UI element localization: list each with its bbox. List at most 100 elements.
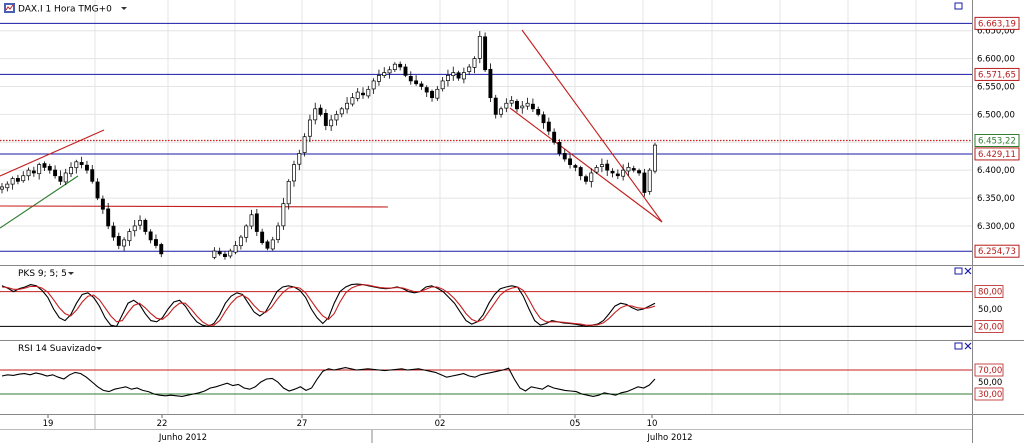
candle-body xyxy=(42,163,47,168)
candle-body xyxy=(212,250,217,258)
candle-body xyxy=(578,167,583,177)
candle-body xyxy=(541,114,546,124)
candle-body xyxy=(111,225,116,238)
candle-body xyxy=(84,164,89,171)
candle-body xyxy=(233,245,238,253)
price-tick-label: 6.350,00 xyxy=(977,194,1015,204)
candle-body xyxy=(610,170,615,174)
candle-body xyxy=(440,80,445,90)
candle-body xyxy=(0,186,4,190)
candle-body xyxy=(339,108,344,115)
candle-body xyxy=(557,141,562,154)
candle-body xyxy=(323,112,328,126)
candle-body xyxy=(350,97,355,105)
candle-body xyxy=(63,172,68,183)
main-title-group[interactable]: DAX.I 1 Hora TMG+0 xyxy=(4,3,127,15)
candle-body xyxy=(334,114,339,121)
candle-body xyxy=(504,102,509,109)
candle-body xyxy=(456,72,461,79)
candle-body xyxy=(74,161,79,169)
candle-body xyxy=(530,103,535,110)
candle-body xyxy=(244,225,249,238)
candle-body xyxy=(483,36,488,71)
candle-body xyxy=(154,239,158,246)
candle-body xyxy=(584,176,588,182)
candle-body xyxy=(37,164,42,175)
candle-body xyxy=(286,180,291,205)
candle-body xyxy=(626,167,631,172)
candle-body xyxy=(366,88,371,97)
candle-body xyxy=(467,66,472,72)
candle-body xyxy=(398,63,403,68)
candle-body xyxy=(376,75,381,82)
candle-body xyxy=(100,198,105,210)
candle-body xyxy=(15,177,20,182)
candle-body xyxy=(79,162,84,165)
price-tick-label: 6.600,00 xyxy=(977,55,1015,65)
candle-body xyxy=(642,172,647,193)
candle-body xyxy=(292,164,296,182)
candle-body xyxy=(573,165,578,168)
candle-body xyxy=(329,119,334,127)
candle-body xyxy=(159,244,164,255)
price-level-label: 6.571,65 xyxy=(978,70,1016,80)
candle-body xyxy=(552,131,557,143)
oscillator-level-label: 20,00 xyxy=(978,322,1002,332)
candle-body xyxy=(509,100,514,104)
candle-body xyxy=(568,158,573,165)
rsi-title-group[interactable]: RSI 14 Suavizado xyxy=(18,344,102,354)
candle-body xyxy=(270,239,275,250)
candle-body xyxy=(599,164,604,167)
candle-body xyxy=(477,35,482,59)
stoch-title-group[interactable]: PKS 9; 5; 5 xyxy=(18,269,74,279)
candle-body xyxy=(254,213,259,232)
candle-body xyxy=(355,91,360,99)
x-month-label: Junho 2012 xyxy=(158,433,207,443)
candle-body xyxy=(562,153,567,160)
candle-body xyxy=(21,175,26,182)
x-tick-label: 05 xyxy=(570,419,581,429)
rsi-title: RSI 14 Suavizado xyxy=(18,344,97,354)
candle-body xyxy=(265,241,270,249)
candle-body xyxy=(143,219,148,232)
candle-body xyxy=(589,172,594,182)
candle-body xyxy=(621,169,626,177)
price-tick-label: 6.500,00 xyxy=(977,110,1015,120)
candle-body xyxy=(605,163,610,171)
oscillator-level-label: 70,00 xyxy=(978,366,1002,376)
main-title: DAX.I 1 Hora TMG+0 xyxy=(18,5,112,15)
candle-body xyxy=(446,75,450,81)
candle-body xyxy=(403,66,408,76)
candle-body xyxy=(302,136,307,153)
candle-body xyxy=(653,144,657,172)
candle-body xyxy=(5,183,10,189)
candle-body xyxy=(371,80,376,90)
stoch-title: PKS 9; 5; 5 xyxy=(18,269,67,279)
candle-body xyxy=(520,105,525,109)
candle-body xyxy=(387,69,392,74)
candle-body xyxy=(276,225,281,241)
chart-svg: 6.300,006.350,006.400,006.450,006.500,00… xyxy=(0,0,1024,443)
candle-body xyxy=(430,90,434,99)
candle-body xyxy=(106,208,111,227)
candle-body xyxy=(58,176,63,182)
candle-body xyxy=(525,102,530,107)
candle-body xyxy=(238,236,243,247)
candle-body xyxy=(122,239,127,247)
candle-body xyxy=(615,173,620,177)
candle-body xyxy=(424,87,429,93)
x-tick-label: 22 xyxy=(157,419,168,429)
candle-body xyxy=(31,170,36,174)
price-tick-label: 6.400,00 xyxy=(977,166,1015,176)
candle-body xyxy=(408,75,413,82)
candle-body xyxy=(53,169,58,177)
candle-body xyxy=(26,169,31,177)
price-tick-label: 6.300,00 xyxy=(977,222,1015,232)
candle-body xyxy=(488,68,493,99)
oscillator-level-label: 30,00 xyxy=(978,390,1002,400)
candle-body xyxy=(472,58,477,68)
candle-body xyxy=(647,169,652,192)
candle-body xyxy=(318,107,323,115)
x-tick-label: 02 xyxy=(435,419,446,429)
oscillator-level-label: 50,00 xyxy=(978,305,1002,315)
